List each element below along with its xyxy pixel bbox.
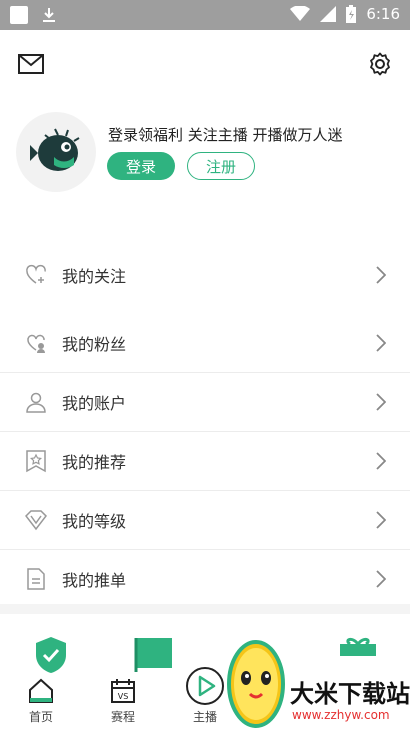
nav-schedule-label: 赛程 bbox=[110, 710, 135, 724]
gear-icon[interactable] bbox=[368, 52, 392, 76]
status-bar: 6:16 bbox=[0, 0, 410, 30]
chevron-right-icon bbox=[376, 266, 386, 284]
download-icon bbox=[43, 8, 55, 22]
menu-item-label: 我的粉丝 bbox=[62, 335, 127, 354]
menu-item-label: 我的账户 bbox=[62, 394, 127, 413]
menu-item-label: 我的等级 bbox=[62, 512, 127, 531]
rice-mascot-icon bbox=[227, 640, 285, 728]
menu-list: 我的关注 我的粉丝 我的账户 我的推荐 我的等级 我的推单 bbox=[0, 246, 410, 608]
diamond-icon bbox=[25, 510, 47, 531]
bookmark-star-icon bbox=[26, 450, 46, 473]
calendar-vs-icon: VS bbox=[111, 679, 135, 703]
menu-item-follows[interactable]: 我的关注 bbox=[0, 246, 410, 304]
watermark-url: www.zzhyw.com bbox=[292, 708, 390, 722]
chevron-right-icon bbox=[376, 334, 386, 352]
chevron-right-icon bbox=[376, 511, 386, 529]
watermark: 大米下载站 www.zzhyw.com bbox=[220, 630, 410, 730]
notification-icon bbox=[10, 6, 28, 24]
signal-icon bbox=[320, 6, 337, 22]
pufferfish-avatar-icon bbox=[30, 128, 80, 171]
chevron-right-icon bbox=[376, 452, 386, 470]
top-bar bbox=[0, 30, 410, 100]
promo-text: 登录领福利 关注主播 开播做万人迷 bbox=[108, 126, 343, 144]
menu-item-recommend[interactable]: 我的推荐 bbox=[0, 432, 410, 490]
register-button[interactable]: 注册 bbox=[187, 152, 255, 180]
avatar[interactable] bbox=[16, 112, 96, 192]
svg-text:VS: VS bbox=[118, 692, 129, 701]
chevron-right-icon bbox=[376, 393, 386, 411]
mail-icon[interactable] bbox=[18, 54, 44, 74]
document-icon bbox=[27, 568, 45, 590]
section-divider bbox=[0, 604, 410, 614]
nav-schedule[interactable]: VS 赛程 bbox=[83, 614, 163, 730]
login-button[interactable]: 登录 bbox=[107, 152, 175, 180]
menu-item-tips[interactable]: 我的推单 bbox=[0, 550, 410, 608]
menu-item-level[interactable]: 我的等级 bbox=[0, 491, 410, 549]
profile-section: 登录领福利 关注主播 开播做万人迷 登录 注册 bbox=[0, 100, 410, 210]
menu-item-label: 我的推荐 bbox=[62, 453, 127, 472]
heart-people-icon bbox=[27, 334, 45, 353]
nav-home[interactable]: 首页 bbox=[1, 614, 81, 730]
menu-item-label: 我的关注 bbox=[62, 267, 127, 286]
menu-item-fans[interactable]: 我的粉丝 bbox=[0, 314, 410, 372]
menu-item-label: 我的推单 bbox=[62, 571, 127, 590]
status-time: 6:16 bbox=[366, 5, 400, 23]
menu-item-account[interactable]: 我的账户 bbox=[0, 373, 410, 431]
battery-icon bbox=[346, 5, 357, 23]
wifi-icon bbox=[290, 6, 311, 21]
user-icon bbox=[26, 392, 46, 413]
heart-plus-icon bbox=[26, 264, 46, 284]
nav-home-label: 首页 bbox=[28, 710, 53, 724]
watermark-title: 大米下载站 bbox=[290, 680, 410, 708]
play-circle-icon bbox=[186, 667, 224, 705]
chevron-right-icon bbox=[376, 570, 386, 588]
home-icon bbox=[29, 678, 53, 703]
